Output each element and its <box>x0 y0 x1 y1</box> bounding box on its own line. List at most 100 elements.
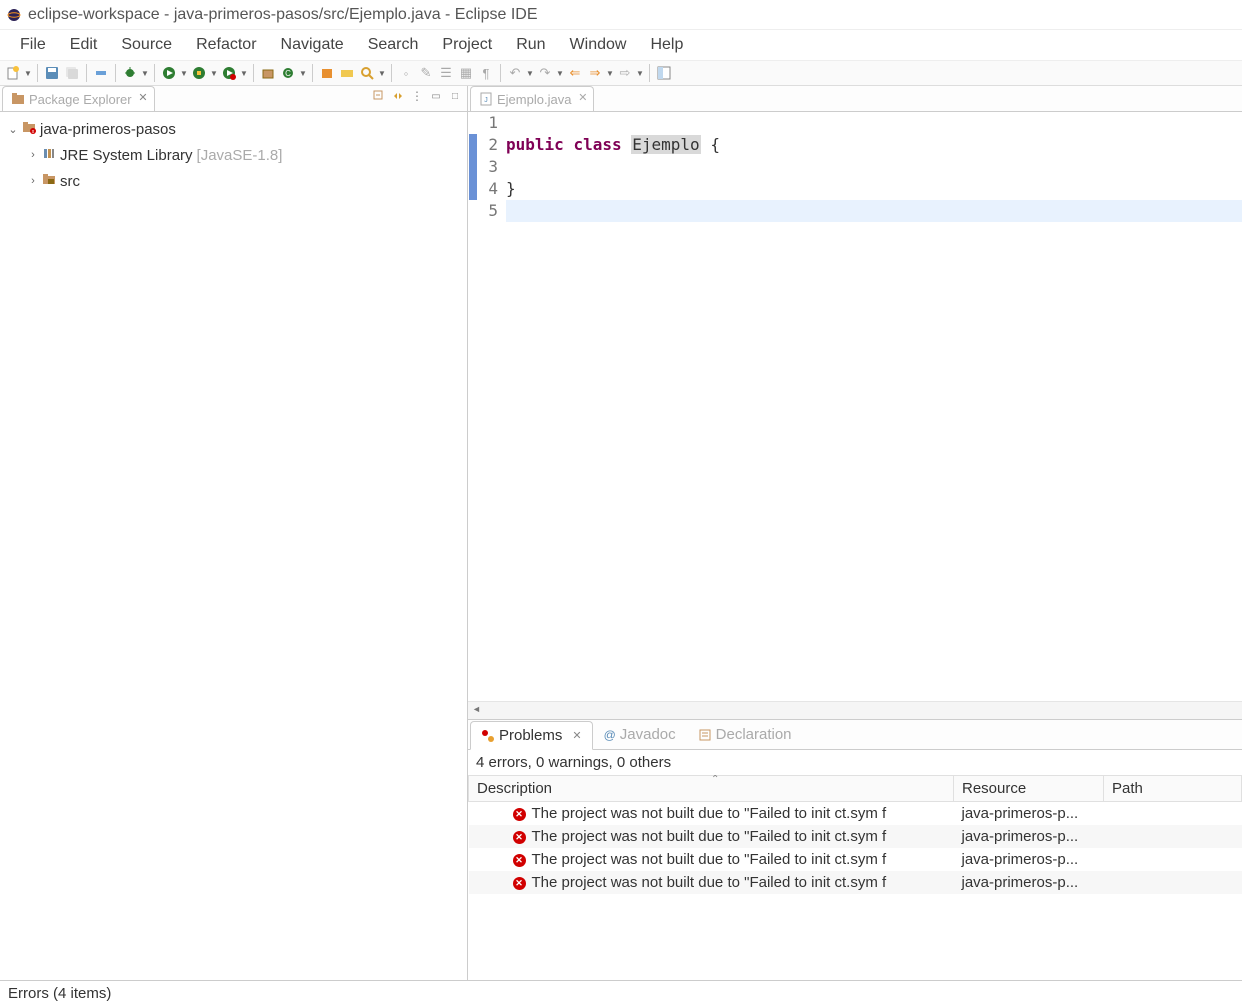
debug-dropdown[interactable]: ▼ <box>141 69 149 78</box>
line-number: 1 <box>478 112 498 134</box>
maximize-icon[interactable]: □ <box>447 88 463 104</box>
tree-jre-node[interactable]: › JRE System Library [JavaSE-1.8] <box>0 142 467 168</box>
jre-suffix: [JavaSE-1.8] <box>197 147 283 164</box>
step-icon[interactable]: ⇨ <box>616 64 634 82</box>
problems-tabbar: Problems ✕ @ Javadoc Declaration <box>468 720 1242 750</box>
close-icon[interactable]: ✕ <box>138 91 147 104</box>
column-resource[interactable]: Resource <box>954 776 1104 802</box>
debug-icon[interactable] <box>121 64 139 82</box>
tab-problems-label: Problems <box>499 727 562 744</box>
last-edit-icon[interactable]: ↶ <box>506 64 524 82</box>
menu-refactor[interactable]: Refactor <box>184 32 268 58</box>
save-icon[interactable] <box>43 64 61 82</box>
column-description[interactable]: Description <box>469 776 954 802</box>
next-edit-icon[interactable]: ↷ <box>536 64 554 82</box>
tree-project-node[interactable]: ⌄ x java-primeros-pasos <box>0 116 467 142</box>
new-class-icon[interactable]: C <box>279 64 297 82</box>
table-row[interactable]: ✕The project was not built due to "Faile… <box>469 802 1242 826</box>
menu-project[interactable]: Project <box>430 32 504 58</box>
close-icon[interactable]: ✕ <box>578 91 587 104</box>
run-last-dropdown[interactable]: ▼ <box>240 69 248 78</box>
package-explorer-tab-label: Package Explorer <box>29 92 132 107</box>
menu-file[interactable]: File <box>8 32 58 58</box>
package-explorer-tab[interactable]: Package Explorer ✕ <box>2 86 155 111</box>
tab-declaration[interactable]: Declaration <box>687 720 803 749</box>
last-edit-dropdown[interactable]: ▼ <box>526 69 534 78</box>
coverage-icon[interactable] <box>190 64 208 82</box>
window-titlebar: eclipse-workspace - java-primeros-pasos/… <box>0 0 1242 30</box>
project-icon: x <box>20 120 38 138</box>
line-number-gutter: 1 2 3 4 5 <box>478 112 506 701</box>
menu-navigate[interactable]: Navigate <box>269 32 356 58</box>
line-number: 4 <box>478 178 498 200</box>
code-content[interactable]: public class Ejemplo { } <box>506 112 1242 701</box>
tab-problems[interactable]: Problems ✕ <box>470 721 593 750</box>
open-task-icon[interactable] <box>338 64 356 82</box>
close-icon[interactable]: ✕ <box>572 729 581 742</box>
new-package-icon[interactable] <box>259 64 277 82</box>
chevron-right-icon[interactable]: › <box>26 149 40 161</box>
menu-search[interactable]: Search <box>356 32 431 58</box>
code-line <box>506 112 1242 134</box>
editor-tab[interactable]: J Ejemplo.java ✕ <box>470 86 594 111</box>
table-row[interactable]: ✕The project was not built due to "Faile… <box>469 848 1242 871</box>
next-edit-dropdown[interactable]: ▼ <box>556 69 564 78</box>
collapse-all-icon[interactable] <box>371 88 387 104</box>
run-icon[interactable] <box>160 64 178 82</box>
new-class-dropdown[interactable]: ▼ <box>299 69 307 78</box>
chevron-right-icon[interactable]: › <box>26 175 40 187</box>
horizontal-scrollbar[interactable] <box>468 701 1242 719</box>
code-editor[interactable]: 1 2 3 4 5 public class Ejemplo { } <box>468 112 1242 701</box>
open-type-icon[interactable] <box>318 64 336 82</box>
block-select-icon[interactable]: ▦ <box>457 64 475 82</box>
separator <box>154 64 155 82</box>
view-menu-icon[interactable]: ⋮ <box>409 88 425 104</box>
step-dropdown[interactable]: ▼ <box>636 69 644 78</box>
toggle-icon[interactable] <box>92 64 110 82</box>
coverage-dropdown[interactable]: ▼ <box>210 69 218 78</box>
run-last-icon[interactable] <box>220 64 238 82</box>
next-annotation-icon[interactable]: ✎ <box>417 64 435 82</box>
menu-help[interactable]: Help <box>638 32 695 58</box>
package-explorer-icon <box>11 92 25 106</box>
code-line <box>506 200 1242 222</box>
tab-declaration-label: Declaration <box>716 726 792 743</box>
source-folder-icon <box>40 172 58 190</box>
separator <box>312 64 313 82</box>
toggle-mark-icon[interactable]: ☰ <box>437 64 455 82</box>
forward-icon[interactable]: ⇒ <box>586 64 604 82</box>
back-icon[interactable]: ⇐ <box>566 64 584 82</box>
menu-edit[interactable]: Edit <box>58 32 110 58</box>
menu-source[interactable]: Source <box>109 32 184 58</box>
save-all-icon[interactable] <box>63 64 81 82</box>
svg-text:C: C <box>285 69 291 78</box>
table-row[interactable]: ✕The project was not built due to "Faile… <box>469 871 1242 894</box>
line-number: 5 <box>478 200 498 222</box>
link-editor-icon[interactable] <box>390 88 406 104</box>
package-explorer-tabbar: Package Explorer ✕ ⋮ ▭ □ <box>0 86 467 112</box>
show-whitespace-icon[interactable]: ¶ <box>477 64 495 82</box>
chevron-down-icon[interactable]: ⌄ <box>6 123 20 136</box>
tab-javadoc[interactable]: @ Javadoc <box>593 720 687 749</box>
toolbar: ▼ ▼ ▼ ▼ ▼ C▼ ▼ ◦ ✎ ☰ ▦ ¶ ↶▼ ↷▼ ⇐ ⇒▼ ⇨▼ <box>0 60 1242 86</box>
search-icon[interactable] <box>358 64 376 82</box>
table-row[interactable]: ✕The project was not built due to "Faile… <box>469 825 1242 848</box>
tree-src-node[interactable]: › src <box>0 168 467 194</box>
minimize-icon[interactable]: ▭ <box>428 88 444 104</box>
column-path[interactable]: Path <box>1104 776 1242 802</box>
forward-dropdown[interactable]: ▼ <box>606 69 614 78</box>
marker-icon <box>469 178 477 200</box>
jre-label: JRE System Library <box>58 147 193 164</box>
new-icon[interactable] <box>4 64 22 82</box>
problems-table: Description Resource Path ✕The project w… <box>468 775 1242 980</box>
marker-icon <box>469 156 477 178</box>
menu-window[interactable]: Window <box>558 32 639 58</box>
javadoc-icon: @ <box>604 728 616 742</box>
library-icon <box>40 146 58 164</box>
run-dropdown[interactable]: ▼ <box>180 69 188 78</box>
menu-run[interactable]: Run <box>504 32 557 58</box>
search-dropdown[interactable]: ▼ <box>378 69 386 78</box>
new-dropdown[interactable]: ▼ <box>24 69 32 78</box>
perspective-icon[interactable] <box>655 64 673 82</box>
prev-annotation-icon[interactable]: ◦ <box>397 64 415 82</box>
